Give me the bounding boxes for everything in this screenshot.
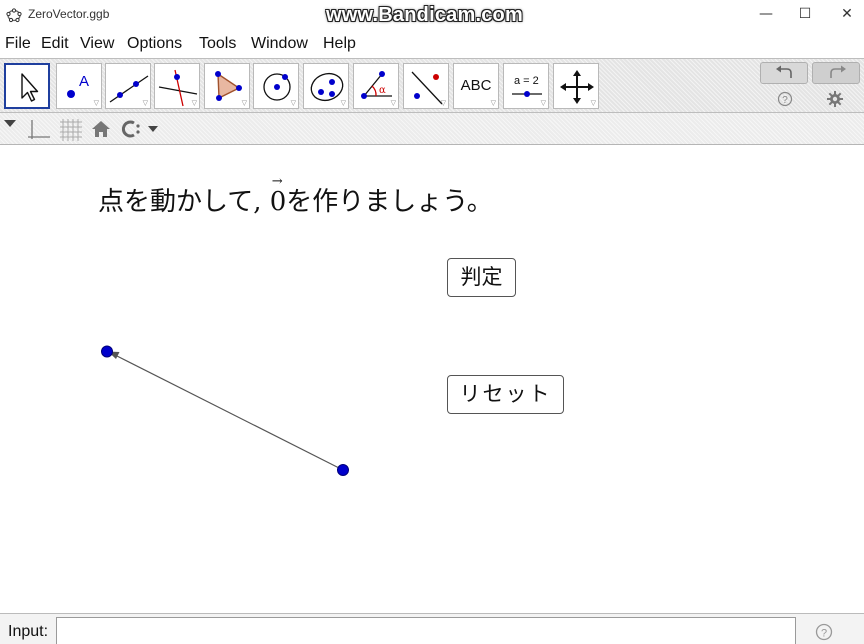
menu-help[interactable]: Help [323,35,356,53]
undo-icon [776,65,792,78]
input-bar: Input: ? [0,613,864,644]
point-tool[interactable]: A ▽ [56,63,102,109]
cursor-icon [21,73,39,102]
geogebra-app-icon [6,8,22,23]
chevron-down-icon: ▽ [390,99,396,107]
chevron-down-icon: ▽ [540,99,546,107]
gear-icon[interactable] [826,90,844,108]
point-capturing-icon[interactable] [120,120,164,138]
grid-toggle-icon[interactable] [58,117,84,143]
svg-text:α: α [379,85,386,96]
redo-icon [830,65,846,78]
move-tool[interactable] [4,63,50,109]
close-button[interactable]: ✕ [838,5,856,23]
menu-options[interactable]: Options [127,35,182,53]
svg-text:a = 2: a = 2 [514,75,539,87]
minimize-button[interactable]: — [757,5,775,23]
chevron-down-icon: ▽ [440,99,446,107]
redo-button[interactable] [812,62,860,84]
move-graphics-tool[interactable]: ▽ [553,63,599,109]
menu-tools[interactable]: Tools [199,35,236,53]
menu-bar: File Edit View Options Tools Window Help [0,30,864,58]
chevron-down-icon: ▽ [142,99,148,107]
polygon-tool[interactable]: ▽ [204,63,250,109]
title-bar: ZeroVector.ggb www.Bandicam.com — ☐ ✕ [0,0,864,30]
chevron-down-icon: ▽ [590,99,596,107]
svg-text:A: A [79,73,89,90]
input-field[interactable] [56,617,796,644]
chevron-down-icon: ▽ [93,99,99,107]
chevron-down-icon: ▽ [241,99,247,107]
circle-tool[interactable]: ▽ [253,63,299,109]
graphics-view[interactable]: 点を動かして, → 0を作りましょう。 判定 リセット [0,146,864,613]
text-icon: ABC [460,77,492,94]
slider-tool[interactable]: a = 2 ▽ [503,63,549,109]
conic-tool[interactable]: ▽ [303,63,349,109]
toolbar: A ▽ ▽ ▽ ▽ ▽ ▽ α ▽ ▽ ABC ▽ a = 2 ▽ ▽ ? [0,58,864,113]
menu-window[interactable]: Window [251,35,308,53]
perpendicular-line-tool[interactable]: ▽ [154,63,200,109]
chevron-down-icon: ▽ [490,99,496,107]
home-icon[interactable] [90,119,112,139]
vector-start-point[interactable] [337,464,349,476]
vector-tip-point[interactable] [101,345,113,358]
menu-view[interactable]: View [80,35,114,53]
chevron-down-icon: ▽ [191,99,197,107]
svg-text:?: ? [782,95,788,106]
line-tool[interactable]: ▽ [105,63,151,109]
input-label: Input: [8,623,49,640]
text-tool[interactable]: ABC ▽ [453,63,499,109]
angle-tool[interactable]: α ▽ [353,63,399,109]
vector-layer [101,345,349,476]
menu-file[interactable]: File [5,35,31,53]
help-icon[interactable]: ? [815,623,833,641]
stylebar-toggle-icon[interactable] [3,119,17,129]
chevron-down-icon: ▽ [290,99,296,107]
window-title: ZeroVector.ggb [28,7,110,21]
vector-line [116,355,344,471]
help-icon[interactable]: ? [777,91,793,107]
reflect-tool[interactable]: ▽ [403,63,449,109]
bandicam-watermark: www.Bandicam.com [326,4,523,26]
menu-edit[interactable]: Edit [41,35,69,53]
undo-button[interactable] [760,62,808,84]
svg-text:?: ? [821,628,827,640]
axes-toggle-icon[interactable] [26,117,52,143]
chevron-down-icon: ▽ [340,99,346,107]
maximize-button[interactable]: ☐ [796,5,814,23]
style-bar [0,113,864,145]
